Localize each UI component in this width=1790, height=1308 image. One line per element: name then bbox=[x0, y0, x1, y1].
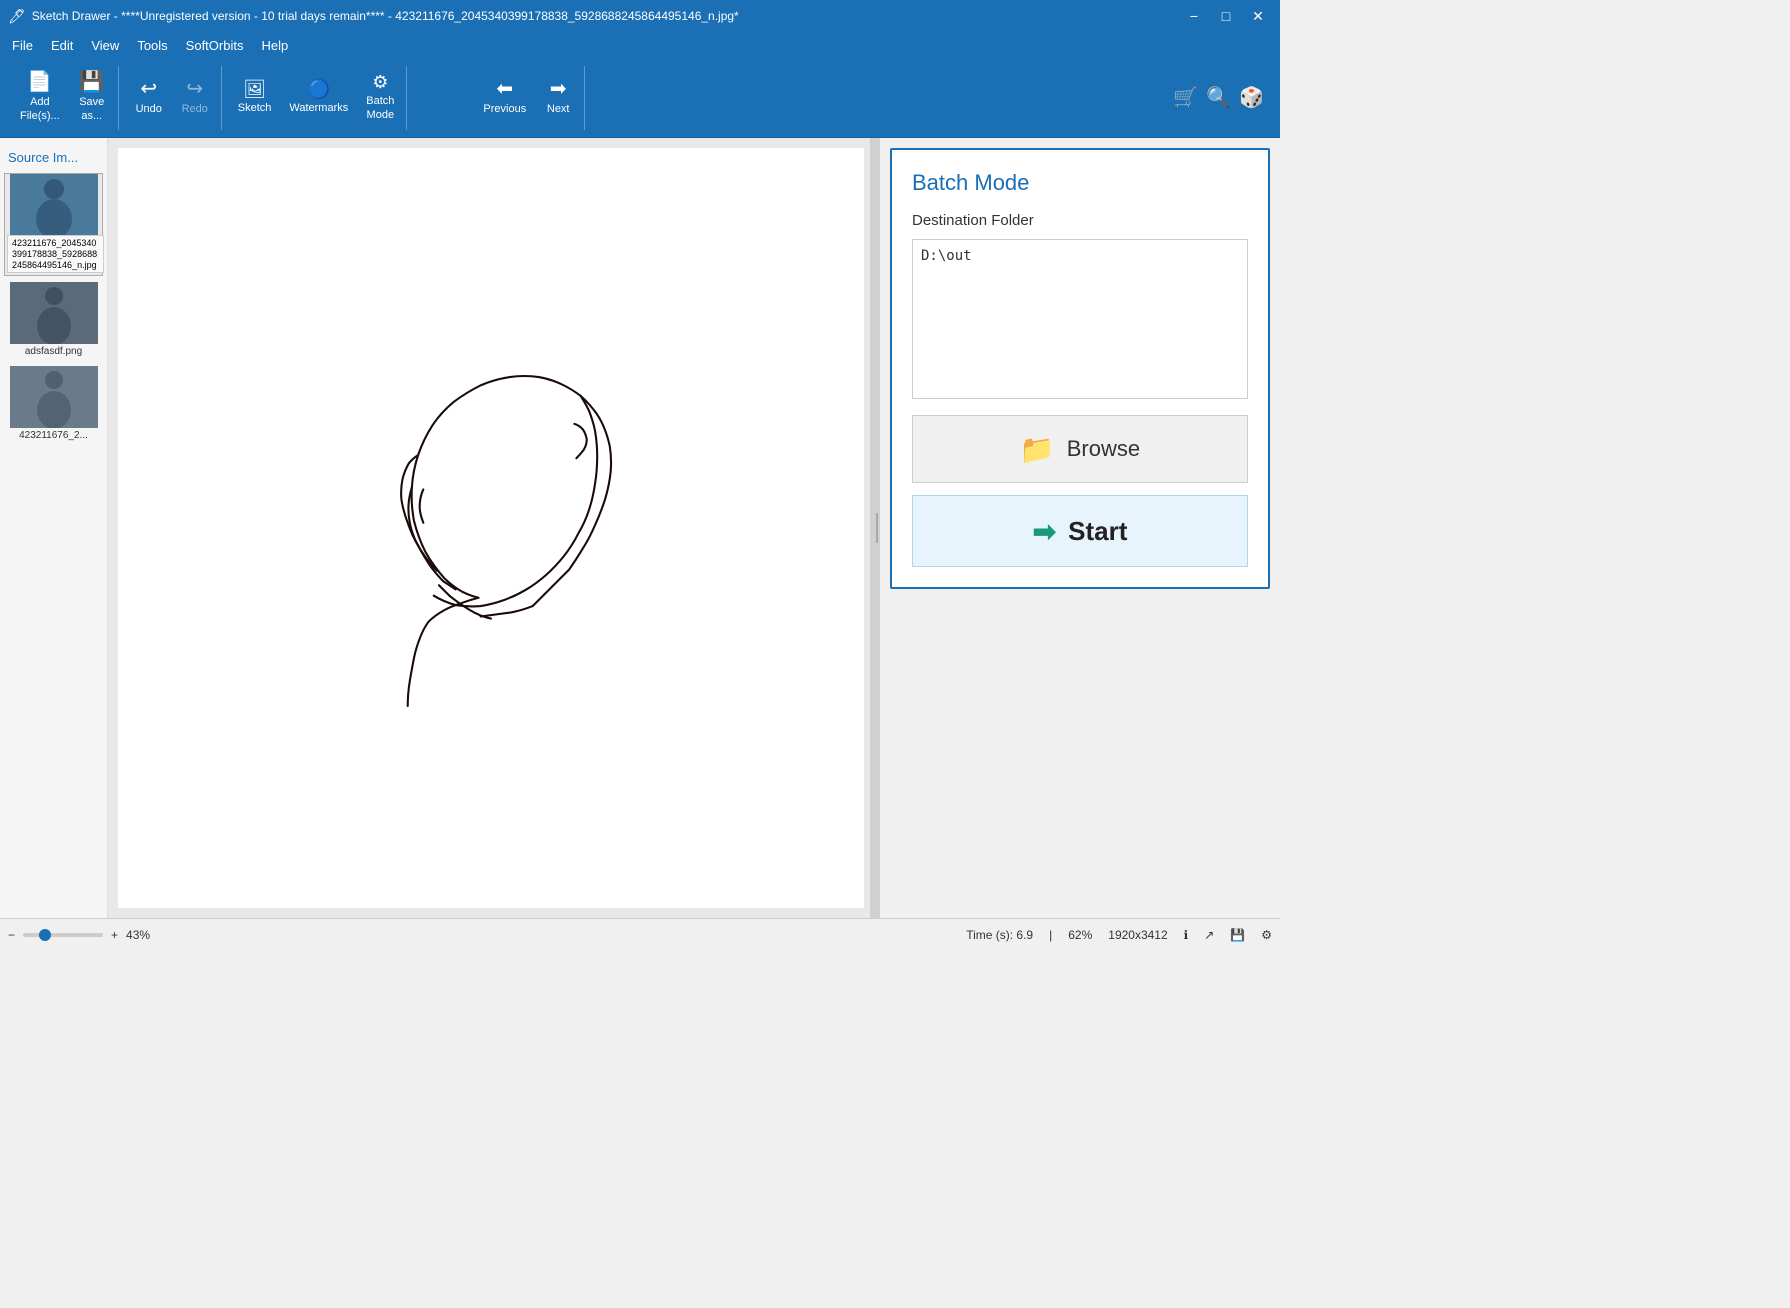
save-label: Saveas... bbox=[79, 96, 104, 122]
app-icon: 🖊 bbox=[8, 8, 26, 25]
undo-label: Undo bbox=[136, 103, 162, 116]
sketch-button[interactable]: 🖼 Sketch bbox=[230, 68, 280, 128]
search-icon[interactable]: 🔍 bbox=[1206, 85, 1231, 110]
redo-button[interactable]: ↪ Redo bbox=[173, 68, 217, 128]
title-bar: 🖊 Sketch Drawer - ****Unregistered versi… bbox=[0, 0, 1280, 32]
save-status-icon[interactable]: 💾 bbox=[1230, 928, 1245, 942]
source-sidebar: Source Im... 423211676_2045340399178838_… bbox=[0, 138, 108, 918]
zoom-thumb bbox=[39, 929, 51, 941]
list-item[interactable]: adsfasdf.png bbox=[4, 282, 103, 360]
destination-folder-label: Destination Folder bbox=[912, 212, 1248, 229]
watermarks-icon: 🔵 bbox=[308, 80, 330, 98]
next-icon: ➡ bbox=[550, 79, 567, 99]
browse-button[interactable]: 📁 Browse bbox=[912, 415, 1248, 483]
menu-bar: File Edit View Tools SoftOrbits Help bbox=[0, 32, 1280, 58]
zoom-slider[interactable] bbox=[23, 933, 103, 937]
next-button[interactable]: ➡ Next bbox=[536, 68, 580, 128]
right-panel: Batch Mode Destination Folder D:\out 📁 B… bbox=[880, 138, 1280, 918]
start-label: Start bbox=[1068, 516, 1127, 547]
add-files-icon: 📄 bbox=[27, 72, 52, 92]
minimize-button[interactable]: − bbox=[1180, 5, 1208, 27]
sidebar-title: Source Im... bbox=[4, 146, 103, 173]
thumbnail-image bbox=[10, 174, 98, 236]
sketch-icon: 🖼 bbox=[243, 80, 266, 98]
maximize-button[interactable]: □ bbox=[1212, 5, 1240, 27]
batch-mode-title: Batch Mode bbox=[912, 170, 1248, 196]
thumbnail-tooltip: 423211676_2045340399178838_5928688245864… bbox=[7, 235, 104, 273]
previous-label: Previous bbox=[483, 103, 526, 116]
thumbnail-name: adsfasdf.png bbox=[4, 344, 103, 360]
batch-mode-label: BatchMode bbox=[366, 95, 394, 121]
save-as-button[interactable]: 💾 Saveas... bbox=[70, 68, 114, 128]
zoom-display: 62% bbox=[1068, 928, 1092, 942]
window-controls: − □ ✕ bbox=[1180, 5, 1272, 27]
save-icon: 💾 bbox=[79, 72, 104, 92]
window-title: Sketch Drawer - ****Unregistered version… bbox=[32, 9, 739, 23]
undo-button[interactable]: ↩ Undo bbox=[127, 68, 171, 128]
destination-folder-input[interactable]: D:\out bbox=[912, 239, 1248, 399]
zoom-percent: 43% bbox=[126, 928, 150, 942]
zoom-out-icon[interactable]: − bbox=[8, 928, 15, 942]
thumbnail-image bbox=[10, 282, 98, 344]
next-label: Next bbox=[547, 103, 570, 116]
main-area: Source Im... 423211676_2045340399178838_… bbox=[0, 138, 1280, 918]
panel-divider[interactable] bbox=[874, 138, 880, 918]
menu-softorbits[interactable]: SoftOrbits bbox=[178, 35, 252, 56]
browse-label: Browse bbox=[1067, 436, 1140, 462]
close-button[interactable]: ✕ bbox=[1244, 5, 1272, 27]
canvas-inner bbox=[118, 148, 864, 908]
canvas-area bbox=[108, 138, 874, 918]
status-separator: | bbox=[1049, 928, 1052, 942]
time-display: Time (s): 6.9 bbox=[966, 928, 1033, 942]
cube-icon[interactable]: 🎲 bbox=[1239, 85, 1264, 110]
share-icon[interactable]: ↗ bbox=[1204, 928, 1214, 942]
undo-icon: ↩ bbox=[140, 79, 157, 99]
menu-view[interactable]: View bbox=[83, 35, 127, 56]
redo-label: Redo bbox=[182, 103, 208, 116]
zoom-in-icon[interactable]: + bbox=[111, 928, 118, 942]
settings-icon[interactable]: ⚙ bbox=[1261, 928, 1272, 942]
start-button[interactable]: ➡ Start bbox=[912, 495, 1248, 567]
list-item[interactable]: 423211676_2045340399178838_5928688245864… bbox=[4, 173, 103, 276]
previous-icon: ⬅ bbox=[496, 79, 513, 99]
menu-file[interactable]: File bbox=[4, 35, 41, 56]
cart-icon[interactable]: 🛒 bbox=[1173, 85, 1198, 110]
menu-tools[interactable]: Tools bbox=[129, 35, 175, 56]
toolbar: 📄 AddFile(s)... 💾 Saveas... ↩ Undo ↪ Red… bbox=[0, 58, 1280, 138]
redo-icon: ↪ bbox=[186, 79, 203, 99]
dimensions-display: 1920x3412 bbox=[1108, 928, 1167, 942]
thumbnail-name: 423211676_2... bbox=[4, 428, 103, 444]
info-icon[interactable]: ℹ bbox=[1184, 928, 1189, 942]
watermarks-label: Watermarks bbox=[289, 102, 348, 115]
thumbnail-image bbox=[10, 366, 98, 428]
batch-mode-button[interactable]: ⚙ BatchMode bbox=[358, 68, 402, 128]
watermarks-button[interactable]: 🔵 Watermarks bbox=[281, 68, 356, 128]
previous-button[interactable]: ⬅ Previous bbox=[475, 68, 534, 128]
sketch-canvas bbox=[118, 148, 864, 908]
sketch-label: Sketch bbox=[238, 102, 272, 115]
batch-mode-panel: Batch Mode Destination Folder D:\out 📁 B… bbox=[890, 148, 1270, 589]
add-files-button[interactable]: 📄 AddFile(s)... bbox=[12, 68, 68, 128]
menu-help[interactable]: Help bbox=[253, 35, 296, 56]
batch-mode-icon: ⚙ bbox=[372, 73, 388, 91]
status-bar: − + 43% Time (s): 6.9 | 62% 1920x3412 ℹ … bbox=[0, 918, 1280, 950]
list-item[interactable]: 423211676_2... bbox=[4, 366, 103, 444]
folder-icon: 📁 bbox=[1020, 433, 1055, 466]
add-files-label: AddFile(s)... bbox=[20, 96, 60, 122]
start-arrow-icon: ➡ bbox=[1033, 515, 1056, 548]
menu-edit[interactable]: Edit bbox=[43, 35, 81, 56]
